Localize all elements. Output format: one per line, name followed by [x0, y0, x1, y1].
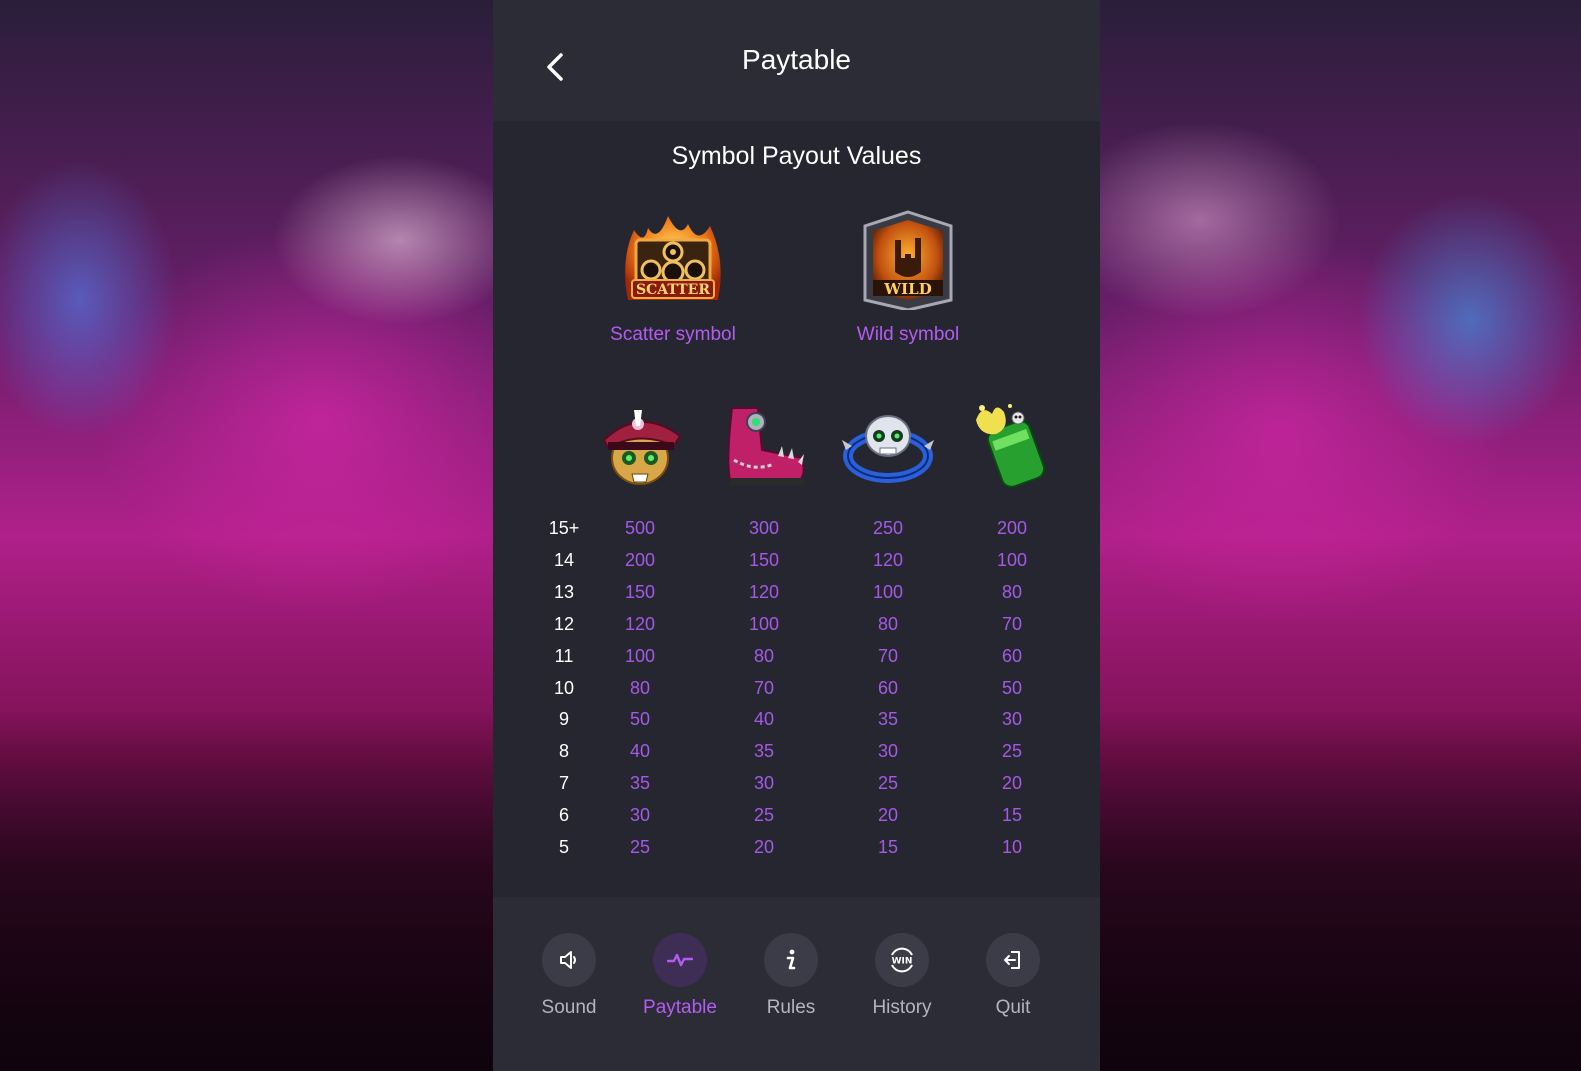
payout-value: 35	[877, 709, 899, 729]
payout-value: 10	[1001, 837, 1023, 857]
nav-rules-button[interactable]	[764, 933, 818, 987]
wild-symbol-card: WILD Wild symbol	[808, 210, 1008, 346]
paytable-panel: Paytable Symbol Payout Values SCATTER Sc…	[493, 0, 1100, 1071]
bottom-nav: Sound Paytable Rules WIN History Quit	[493, 897, 1100, 1071]
symbol-column-2	[714, 400, 814, 492]
payout-value: 100	[872, 582, 904, 602]
payout-value: 60	[877, 678, 899, 698]
payout-value: 50	[629, 709, 651, 729]
symbol-column-1	[590, 400, 690, 492]
payout-value: 200	[996, 518, 1028, 538]
symbol-column-3	[838, 400, 938, 492]
payout-value: 25	[877, 773, 899, 793]
payout-value: 100	[748, 614, 780, 634]
payout-value: 70	[1001, 614, 1023, 634]
nav-paytable[interactable]: Paytable	[625, 933, 735, 1019]
payout-value: 25	[1001, 741, 1023, 761]
skull-captain-hat-icon	[602, 410, 682, 485]
row-count-label: 13	[553, 582, 575, 602]
nav-rules-label: Rules	[766, 997, 816, 1018]
payout-value: 100	[996, 550, 1028, 570]
payout-value: 300	[748, 518, 780, 538]
payout-value: 80	[629, 678, 651, 698]
payout-value: 250	[872, 518, 904, 538]
pink-spiked-boot-icon	[727, 407, 805, 486]
nav-quit[interactable]: Quit	[958, 933, 1068, 1019]
payout-value: 20	[753, 837, 775, 857]
section-title: Symbol Payout Values	[671, 142, 922, 170]
payout-value: 15	[877, 837, 899, 857]
scatter-symbol-label: Scatter symbol	[610, 324, 736, 345]
payout-value: 120	[624, 614, 656, 634]
payout-value: 100	[624, 646, 656, 666]
row-count-label: 14	[553, 550, 575, 570]
scatter-symbol-card: SCATTER Scatter symbol	[573, 210, 773, 346]
nav-quit-button[interactable]	[986, 933, 1040, 987]
payout-value: 150	[624, 582, 656, 602]
payout-value: 40	[753, 709, 775, 729]
nav-sound-label: Sound	[541, 997, 597, 1018]
payout-value: 150	[748, 550, 780, 570]
nav-rules[interactable]: Rules	[736, 933, 846, 1019]
nav-history-button[interactable]: WIN	[875, 933, 929, 987]
exit-icon	[1004, 951, 1020, 969]
payout-value: 35	[753, 741, 775, 761]
payout-value: 80	[753, 646, 775, 666]
skull-spiked-bracelet-icon	[842, 415, 934, 483]
header-bar: Paytable	[493, 0, 1100, 121]
pulse-icon	[667, 953, 693, 967]
nav-history-label: History	[872, 997, 932, 1018]
payout-value: 200	[624, 550, 656, 570]
row-count-label: 12	[553, 614, 575, 634]
payout-value: 500	[624, 518, 656, 538]
win-icon: WIN	[891, 947, 913, 973]
speaker-icon	[560, 951, 576, 969]
nav-sound[interactable]: Sound	[514, 933, 624, 1019]
payout-value: 20	[1001, 773, 1023, 793]
row-count-label: 5	[558, 837, 569, 857]
nav-sound-button[interactable]	[542, 933, 596, 987]
row-count-label: 7	[558, 773, 569, 793]
row-count-label: 10	[553, 678, 575, 698]
payout-value: 60	[1001, 646, 1023, 666]
info-icon	[786, 949, 796, 970]
page-title: Paytable	[742, 44, 851, 75]
payout-value: 40	[629, 741, 651, 761]
scatter-speakers-icon: SCATTER	[625, 216, 721, 300]
payout-value: 50	[1001, 678, 1023, 698]
payout-value: 70	[877, 646, 899, 666]
nav-paytable-label: Paytable	[643, 997, 717, 1018]
payout-value: 20	[877, 805, 899, 825]
payout-value: 25	[629, 837, 651, 857]
payout-value: 80	[1001, 582, 1023, 602]
payout-value: 30	[753, 773, 775, 793]
payout-value: 120	[872, 550, 904, 570]
payout-value: 25	[753, 805, 775, 825]
payout-value: 15	[1001, 805, 1023, 825]
payout-value: 70	[753, 678, 775, 698]
green-beer-can-icon	[976, 404, 1046, 488]
symbol-column-4	[962, 400, 1062, 492]
wild-symbol-label: Wild symbol	[856, 324, 960, 345]
payout-value: 80	[877, 614, 899, 634]
row-count-label: 6	[558, 805, 569, 825]
wild-image-text: WILD	[883, 280, 931, 298]
nav-history[interactable]: WIN History	[847, 933, 957, 1019]
payout-value: 120	[748, 582, 780, 602]
nav-paytable-button[interactable]	[653, 933, 707, 987]
payout-value: 30	[629, 805, 651, 825]
payout-value: 30	[877, 741, 899, 761]
nav-quit-label: Quit	[995, 997, 1031, 1018]
row-count-label: 11	[554, 646, 574, 666]
payout-value: 30	[1001, 709, 1023, 729]
row-count-label: 8	[558, 741, 569, 761]
wild-rock-hand-icon: WILD	[863, 210, 953, 310]
scatter-image-text: SCATTER	[636, 282, 710, 298]
win-icon-text: WIN	[892, 957, 913, 967]
row-count-label: 15+	[548, 518, 580, 538]
payout-value: 35	[629, 773, 651, 793]
row-count-label: 9	[558, 709, 569, 729]
